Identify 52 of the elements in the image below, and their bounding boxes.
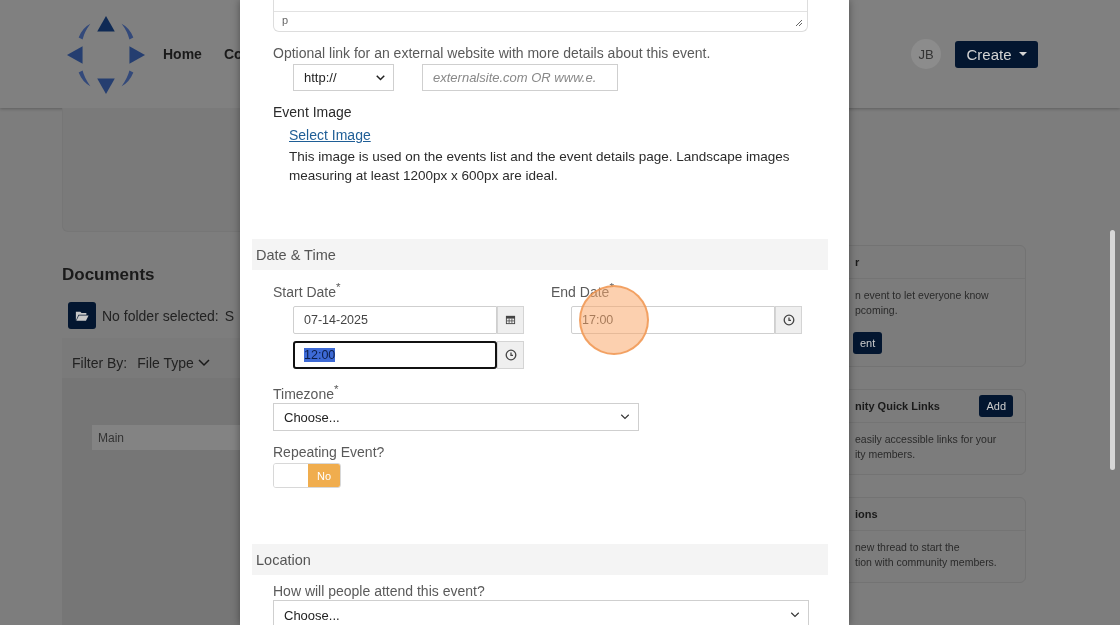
help-text: This image is used on the events list and the event details page. Landscape images measuring at least 1200px x 600px are ideal.: [289, 148, 791, 185]
create-button[interactable]: Create: [955, 40, 1038, 68]
clock-button[interactable]: [497, 340, 524, 369]
field-label: End Date$^{*}$: [551, 279, 615, 302]
clock-icon: [782, 313, 795, 326]
card-text: new thread to start the: [855, 540, 961, 555]
chevron-down-icon: [376, 74, 385, 81]
section-header: Location: [252, 544, 828, 576]
caret-icon: [1018, 52, 1027, 56]
toggle-label: No: [308, 464, 340, 488]
time-field[interactable]: 12:00: [293, 340, 497, 369]
calendar-button[interactable]: [497, 305, 524, 334]
card-text: n event to let everyone know: [855, 288, 990, 303]
file-type-dropdown[interactable]: File Type: [137, 355, 210, 371]
card-text: tion with community members.: [855, 555, 998, 570]
folder-status-text: S: [224, 307, 235, 324]
calendar-icon: [505, 314, 516, 326]
protocol-select[interactable]: http://: [293, 64, 394, 91]
text-editor[interactable]: p: [273, 0, 808, 32]
card-text: easily accessible links for your: [855, 432, 998, 447]
folder-status-text: No folder selected:: [102, 307, 219, 324]
clock-button[interactable]: [775, 305, 802, 334]
chevron-down-icon: [790, 612, 800, 619]
resize-grip-icon[interactable]: [795, 19, 803, 27]
chevron-down-icon: [620, 414, 630, 421]
card-title: ions: [855, 508, 878, 520]
attendance-select[interactable]: Choose...: [273, 600, 809, 625]
field-label: Event Image: [273, 103, 353, 122]
card-text: pcoming.: [855, 303, 899, 318]
clock-icon: [504, 348, 517, 361]
date-field[interactable]: 07-14-2025: [293, 305, 497, 334]
field-label: Timezone$^{*}$: [273, 380, 340, 404]
card-title: r: [855, 256, 860, 268]
field-label: Optional link for an external website with more details about this event.: [273, 44, 712, 63]
card-action-button[interactable]: ent: [853, 332, 883, 354]
card-title: nity Quick Links: [855, 400, 940, 412]
card-text: ity members.: [855, 447, 917, 462]
section-header: Date & Time: [252, 239, 828, 270]
select-image-link[interactable]: Select Image: [289, 125, 829, 145]
timezone-select[interactable]: Choose...: [273, 403, 639, 432]
user-avatar[interactable]: JB: [911, 39, 941, 69]
field-label: How will people attend this event?: [273, 582, 486, 602]
add-button[interactable]: Add: [979, 395, 1013, 417]
nav-link[interactable]: Home: [163, 46, 202, 62]
compass-logo-icon[interactable]: [65, 14, 147, 96]
field-label: Start Date$^{*}$: [273, 279, 342, 302]
chevron-down-icon: [197, 359, 210, 367]
filter-label: Filter By:: [72, 355, 128, 371]
url-field[interactable]: externalsite.com OR www.e.: [422, 64, 618, 91]
folder-button[interactable]: [68, 302, 96, 329]
section-heading: Documents: [62, 265, 156, 285]
editor-status: p: [282, 14, 289, 26]
